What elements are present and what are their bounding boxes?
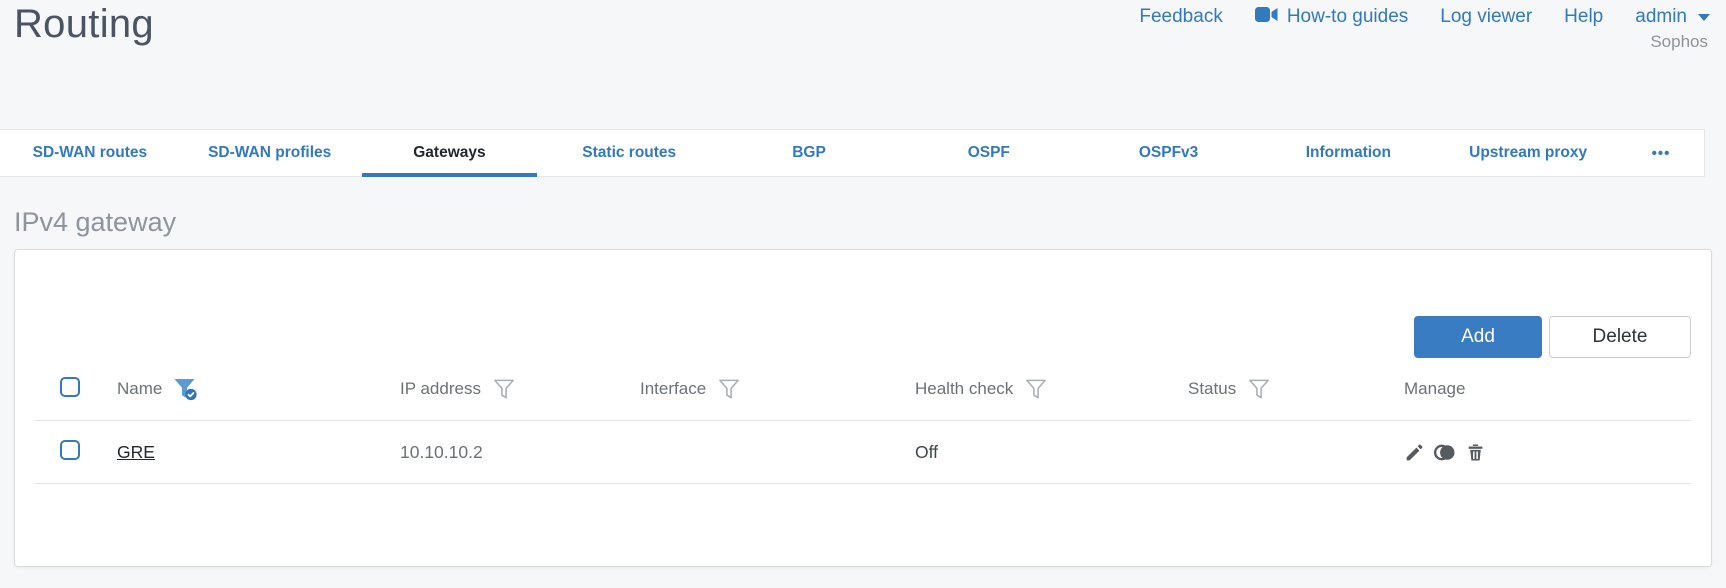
- tab-gateways[interactable]: Gateways: [360, 130, 540, 177]
- column-header-health-check: Health check: [915, 379, 1014, 398]
- select-all-checkbox[interactable]: [60, 376, 80, 397]
- tab-sdwan-routes[interactable]: SD-WAN routes: [0, 130, 180, 176]
- column-header-manage: Manage: [1404, 379, 1466, 398]
- gateway-name-link[interactable]: GRE: [117, 442, 155, 462]
- health-check-cell: Off: [915, 441, 939, 462]
- add-button[interactable]: Add: [1414, 316, 1542, 358]
- tab-upstream-proxy[interactable]: Upstream proxy: [1438, 130, 1618, 176]
- feedback-link[interactable]: Feedback: [1139, 6, 1222, 28]
- gateway-card: Add Delete Name IP address Interface Hea…: [14, 249, 1712, 567]
- filter-icon[interactable]: [493, 379, 515, 400]
- filter-icon[interactable]: [1248, 379, 1270, 400]
- tab-ospf[interactable]: OSPF: [899, 130, 1079, 176]
- tab-static-routes[interactable]: Static routes: [539, 130, 719, 176]
- help-label: Help: [1564, 6, 1604, 27]
- howto-guides-link[interactable]: How-to guides: [1254, 6, 1409, 28]
- video-camera-icon: [1254, 6, 1278, 28]
- table-row: GRE 10.10.10.2 Off: [35, 420, 1691, 484]
- brand-label: Sophos: [1650, 32, 1708, 51]
- tab-sdwan-profiles[interactable]: SD-WAN profiles: [180, 130, 360, 176]
- user-name: admin: [1635, 6, 1687, 27]
- manage-cell: [1404, 442, 1691, 463]
- howto-guides-label: How-to guides: [1286, 6, 1409, 27]
- filter-icon[interactable]: [718, 379, 740, 400]
- tab-bar: SD-WAN routes SD-WAN profiles Gateways S…: [0, 129, 1705, 177]
- user-menu[interactable]: admin: [1635, 6, 1710, 28]
- toolbar: Add Delete: [35, 250, 1691, 358]
- column-header-interface: Interface: [640, 379, 707, 398]
- column-header-status: Status: [1188, 379, 1237, 398]
- edit-pencil-icon[interactable]: [1404, 442, 1425, 463]
- column-header-ip-address: IP address: [400, 379, 481, 398]
- tab-information[interactable]: Information: [1258, 130, 1438, 176]
- ip-address-cell: 10.10.10.2: [400, 441, 483, 462]
- clone-icon[interactable]: [1433, 442, 1457, 463]
- help-link[interactable]: Help: [1564, 6, 1603, 28]
- page-header: Routing Feedback How-to guides Log viewe…: [0, 0, 1726, 129]
- table-header: Name IP address Interface Health check S…: [35, 358, 1691, 420]
- tab-overflow-menu[interactable]: •••: [1618, 130, 1704, 176]
- top-nav: Feedback How-to guides Log viewer Help a…: [1139, 6, 1710, 28]
- filter-icon[interactable]: [1025, 379, 1047, 400]
- row-checkbox[interactable]: [60, 439, 80, 460]
- log-viewer-link[interactable]: Log viewer: [1440, 6, 1532, 28]
- filter-active-icon[interactable]: [174, 378, 198, 401]
- feedback-label: Feedback: [1139, 6, 1223, 27]
- delete-button[interactable]: Delete: [1549, 316, 1691, 358]
- log-viewer-label: Log viewer: [1440, 6, 1533, 27]
- section-title: IPv4 gateway: [14, 207, 177, 237]
- column-header-name: Name: [117, 379, 163, 398]
- trash-icon[interactable]: [1465, 442, 1486, 463]
- tab-ospfv3[interactable]: OSPFv3: [1079, 130, 1259, 176]
- tab-bgp[interactable]: BGP: [719, 130, 899, 176]
- chevron-down-icon: [1698, 13, 1710, 21]
